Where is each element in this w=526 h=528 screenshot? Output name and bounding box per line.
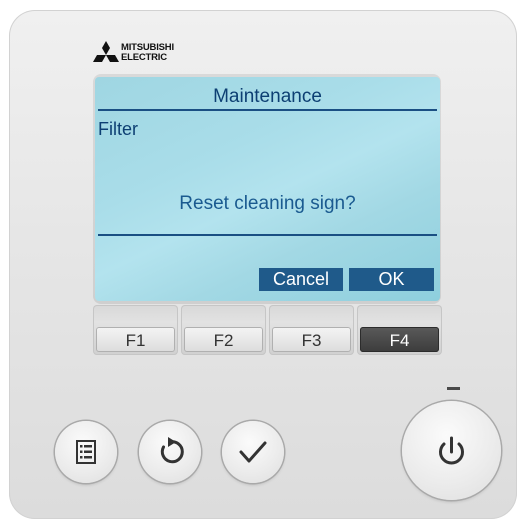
f2-key[interactable]: F2 xyxy=(181,305,266,355)
f3-key-label: F3 xyxy=(272,327,351,352)
f3-key[interactable]: F3 xyxy=(269,305,354,355)
lcd-screen: Maintenance Filter Reset cleaning sign? … xyxy=(95,77,440,301)
power-button[interactable] xyxy=(402,401,501,500)
f4-key[interactable]: F4 xyxy=(357,305,442,355)
menu-list-icon xyxy=(76,440,96,464)
screen-title: Maintenance xyxy=(213,86,322,107)
menu-button[interactable] xyxy=(55,421,117,483)
screen-subtitle: Filter xyxy=(98,119,138,139)
cancel-button[interactable]: Cancel xyxy=(259,268,343,291)
f2-key-label: F2 xyxy=(184,327,263,352)
brand-logo: MITSUBISHI ELECTRIC xyxy=(93,41,203,65)
brand-name: MITSUBISHI ELECTRIC xyxy=(121,42,174,63)
f4-key-label: F4 xyxy=(360,327,439,352)
message-divider xyxy=(98,234,437,236)
confirm-message: Reset cleaning sign? xyxy=(179,193,356,214)
f1-key-label: F1 xyxy=(96,327,175,352)
power-indicator-led xyxy=(447,387,460,390)
mitsubishi-logo-icon xyxy=(93,41,119,62)
title-divider xyxy=(98,109,437,111)
confirm-button[interactable] xyxy=(222,421,284,483)
return-button[interactable] xyxy=(139,421,201,483)
return-arrow-icon xyxy=(160,437,184,464)
ok-button[interactable]: OK xyxy=(349,268,434,291)
f1-key[interactable]: F1 xyxy=(93,305,178,355)
power-icon xyxy=(439,436,464,465)
checkmark-icon xyxy=(239,441,267,463)
